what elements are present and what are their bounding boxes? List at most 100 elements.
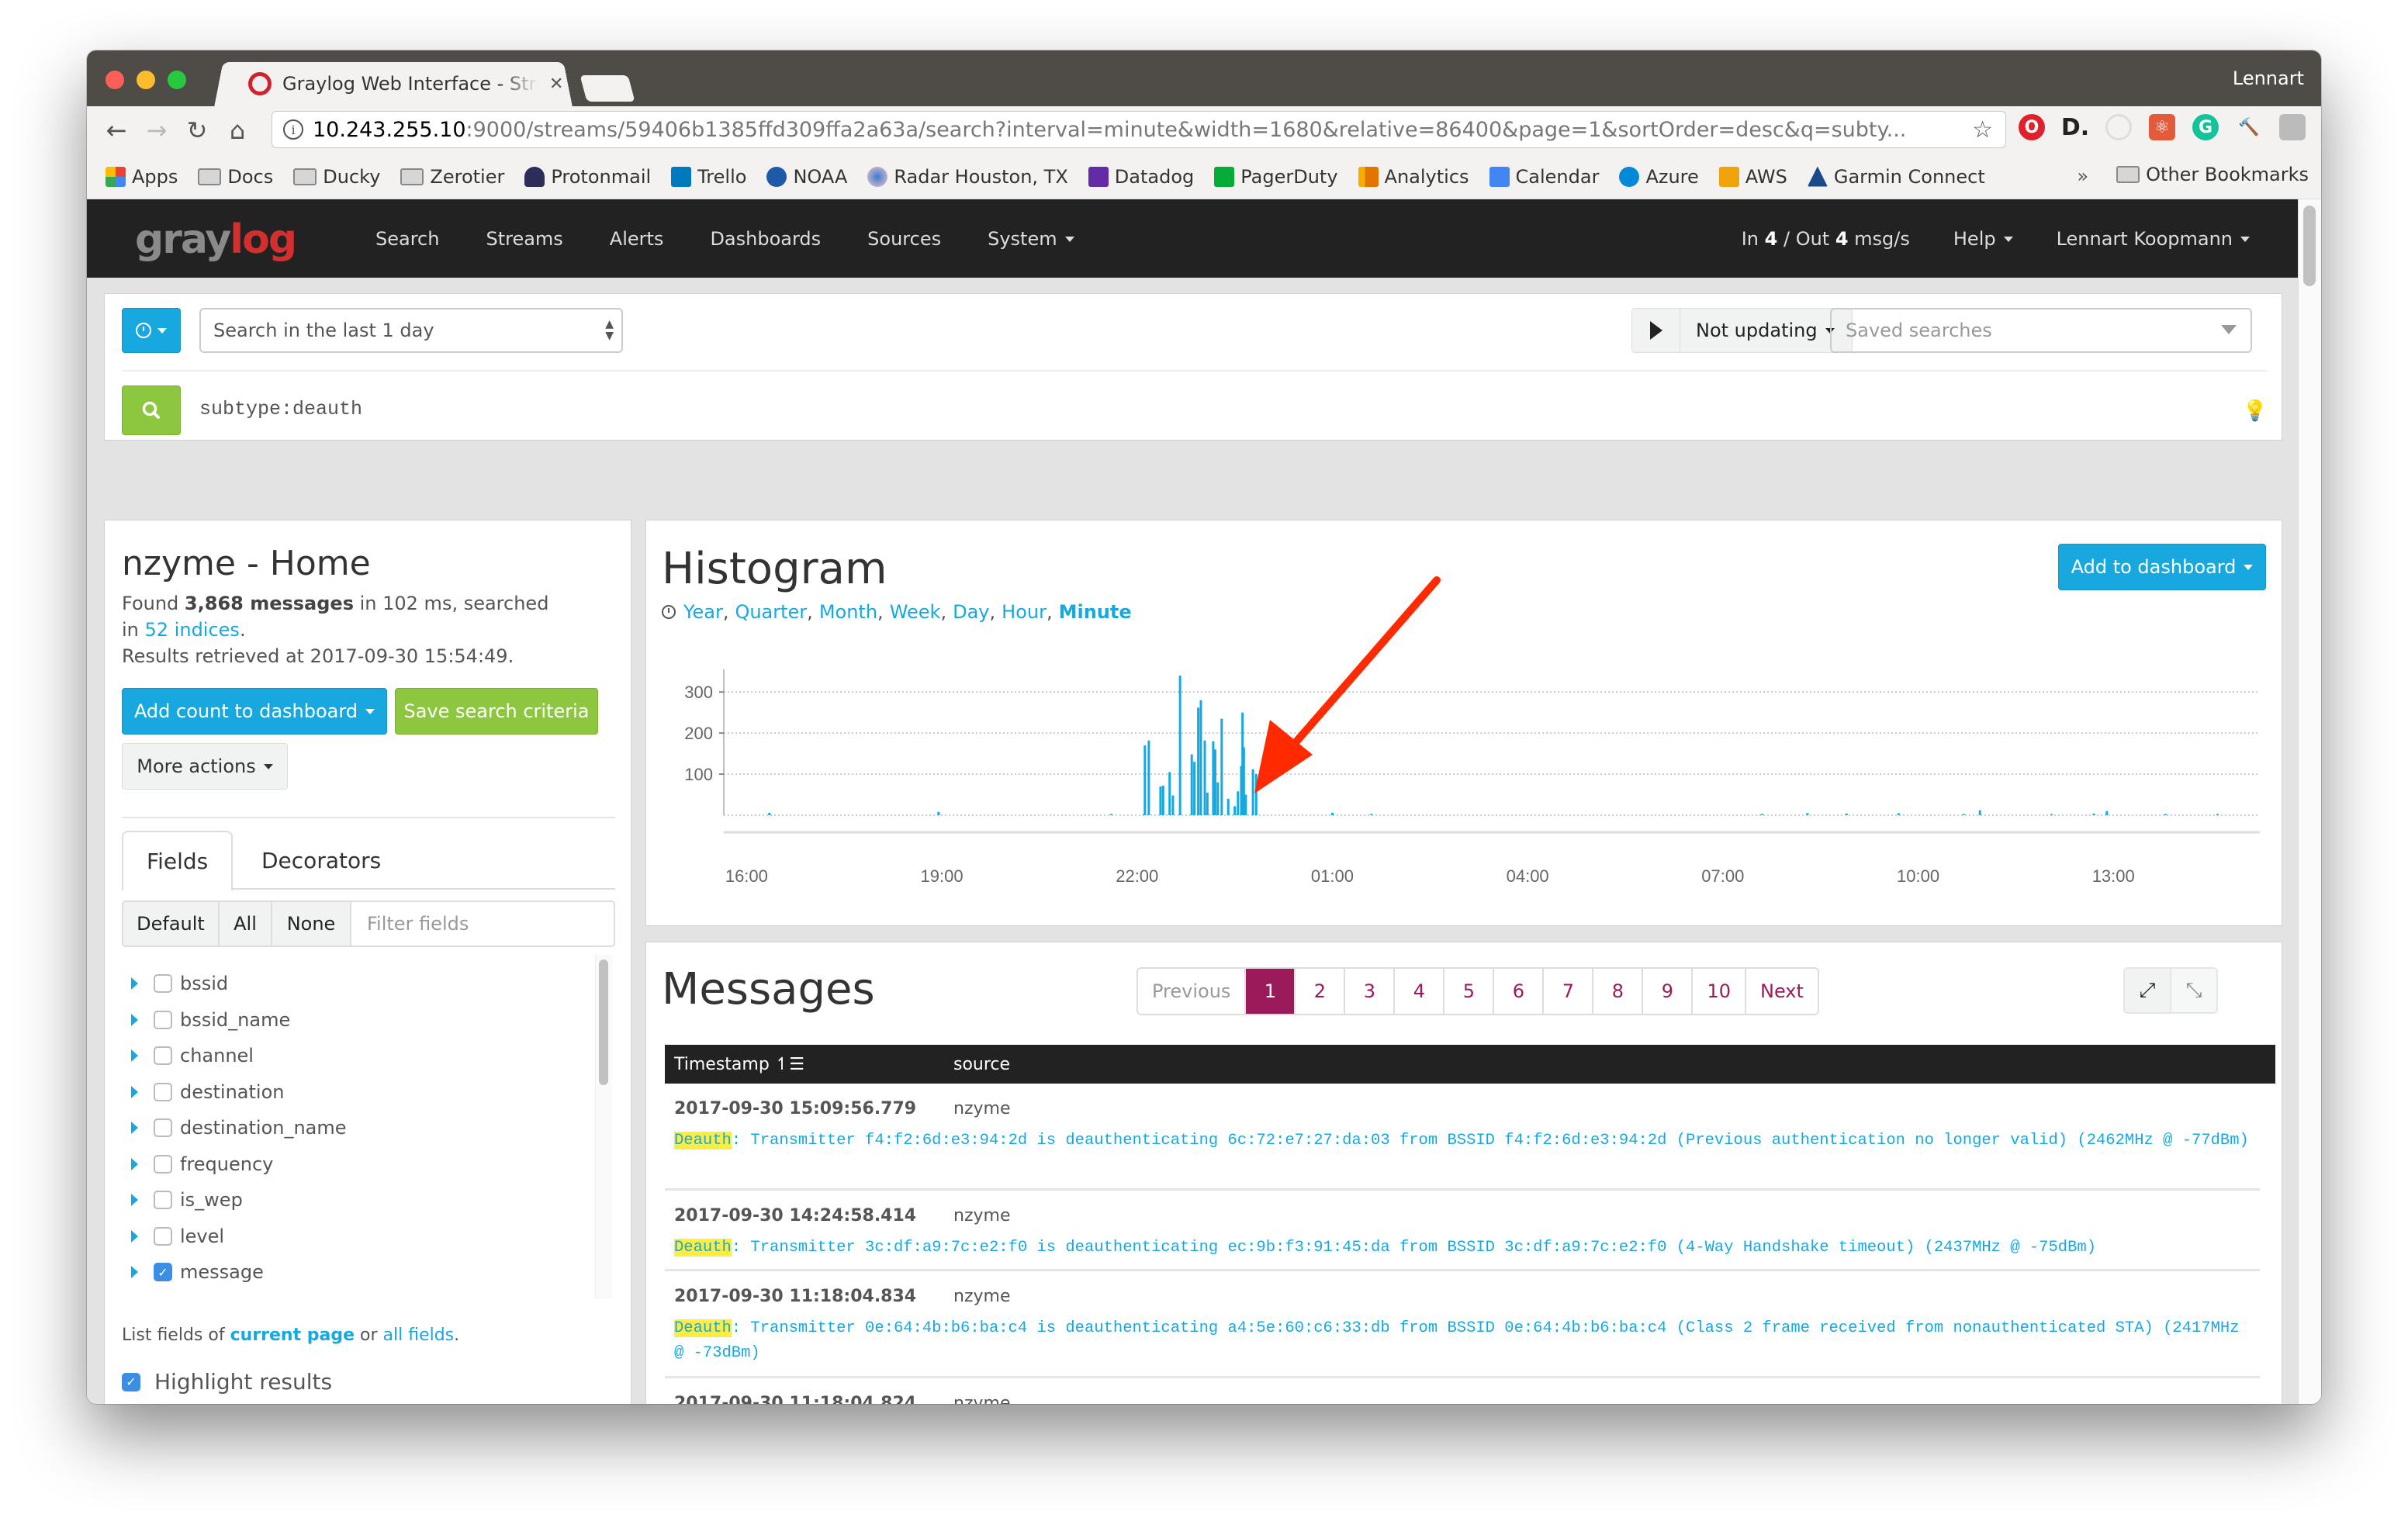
indices-link[interactable]: 52 indices: [145, 619, 240, 641]
expand-messages-icon[interactable]: ⤢: [2125, 969, 2170, 1012]
expand-caret-icon[interactable]: [131, 1194, 138, 1206]
close-tab-icon[interactable]: ✕: [549, 74, 563, 94]
filter-fields-input[interactable]: Filter fields: [351, 902, 614, 945]
field-checkbox[interactable]: [154, 1226, 172, 1246]
nav-alerts[interactable]: Alerts: [586, 228, 687, 250]
pagination-page-4[interactable]: 4: [1395, 969, 1445, 1014]
tab-decorators[interactable]: Decorators: [238, 831, 404, 890]
play-refresh-button[interactable]: [1632, 309, 1680, 352]
highlight-results-toggle[interactable]: ✓ Highlight results: [122, 1369, 332, 1395]
site-info-icon[interactable]: i: [283, 119, 303, 140]
column-timestamp[interactable]: Timestamp ↿☰: [674, 1055, 804, 1074]
field-checkbox[interactable]: [154, 974, 172, 993]
field-name[interactable]: level: [180, 1226, 224, 1247]
expand-caret-icon[interactable]: [131, 1013, 138, 1026]
bookmark-pagerduty[interactable]: PagerDuty: [1214, 166, 1338, 188]
nav-help-dropdown[interactable]: Help: [1932, 228, 2035, 250]
new-tab-button[interactable]: [580, 75, 635, 102]
bookmark-radar-houston-tx[interactable]: Radar Houston, TX: [867, 166, 1068, 188]
current-page-fields-link[interactable]: current page: [230, 1326, 355, 1345]
message-row[interactable]: 2017-09-30 15:09:56.779 nzyme Deauth: Tran…: [665, 1084, 2260, 1191]
grammarly-extension-icon[interactable]: G: [2192, 114, 2219, 140]
profile-name[interactable]: Lennart: [2233, 67, 2304, 89]
fields-default-button[interactable]: Default: [123, 902, 220, 945]
more-actions-button[interactable]: More actions: [122, 743, 288, 790]
pagination-page-9[interactable]: 9: [1643, 969, 1694, 1014]
pagination-page-7[interactable]: 7: [1544, 969, 1594, 1014]
field-name[interactable]: destination_name: [180, 1117, 347, 1139]
forward-arrow-icon[interactable]: →: [137, 116, 177, 145]
bookmark-aws[interactable]: AWS: [1718, 166, 1787, 188]
expand-caret-icon[interactable]: [131, 1122, 138, 1134]
field-list-scrollbar[interactable]: [595, 955, 612, 1299]
bookmark-zerotier[interactable]: Zerotier: [400, 166, 504, 188]
bookmark-garmin-connect[interactable]: Garmin Connect: [1807, 166, 1985, 188]
expand-caret-icon[interactable]: [131, 977, 138, 990]
bookmark-analytics[interactable]: Analytics: [1358, 166, 1469, 188]
bookmark-trello[interactable]: Trello: [671, 166, 746, 188]
save-search-criteria-button[interactable]: Save search criteria: [395, 688, 598, 735]
ring-extension-icon[interactable]: [2105, 114, 2132, 140]
field-name[interactable]: nzyme_sensor_id: [180, 1298, 340, 1300]
nav-sources[interactable]: Sources: [844, 228, 964, 250]
bookmark-noaa[interactable]: NOAA: [766, 166, 847, 188]
pagination-page-5[interactable]: 5: [1444, 969, 1495, 1014]
field-checkbox[interactable]: ✓: [154, 1263, 172, 1281]
resolution-week[interactable]: Week: [890, 601, 941, 623]
pagination-page-3[interactable]: 3: [1345, 969, 1396, 1014]
histogram-chart[interactable]: 100 200 300 16:00 19:00 22:00 01:00 04:00 07:00 1…: [646, 645, 2283, 924]
field-checkbox[interactable]: [154, 1082, 172, 1101]
nav-system-dropdown[interactable]: System: [964, 228, 1098, 250]
resolution-year[interactable]: Year: [683, 601, 723, 623]
message-row[interactable]: 2017-09-30 11:18:04.824nzymeDeauth: Tran…: [665, 1378, 2260, 1404]
resolution-minute[interactable]: Minute: [1059, 601, 1132, 623]
minimize-window-button[interactable]: [137, 71, 155, 89]
expand-caret-icon[interactable]: [131, 1085, 138, 1098]
expand-caret-icon[interactable]: [131, 1049, 138, 1062]
pagination-previous[interactable]: Previous: [1138, 969, 1247, 1014]
resolution-hour[interactable]: Hour: [1002, 601, 1047, 623]
bookmark-calendar[interactable]: Calendar: [1489, 166, 1599, 188]
pagination-page-10[interactable]: 10: [1693, 969, 1746, 1014]
bookmarks-overflow-button[interactable]: »: [2077, 165, 2088, 187]
field-checkbox[interactable]: [154, 1046, 172, 1065]
message-row[interactable]: 2017-09-30 11:18:04.834 nzyme Deauth: Tran…: [665, 1271, 2260, 1378]
add-count-to-dashboard-button[interactable]: Add count to dashboard: [122, 688, 387, 735]
browser-tab[interactable]: Graylog Web Interface - Streams ✕: [227, 61, 568, 106]
screenshot-extension-icon[interactable]: [2279, 114, 2306, 140]
bookmark-datadog[interactable]: Datadog: [1088, 166, 1194, 188]
nav-search[interactable]: Search: [352, 228, 462, 250]
d-extension-icon[interactable]: D.: [2061, 114, 2089, 141]
other-bookmarks[interactable]: Other Bookmarks: [2116, 164, 2309, 185]
field-checkbox[interactable]: [154, 1191, 172, 1209]
zoom-window-button[interactable]: [168, 71, 186, 89]
query-help-lightbulb-icon[interactable]: 💡: [2243, 399, 2268, 423]
column-source[interactable]: source: [953, 1055, 1010, 1074]
field-name[interactable]: destination: [180, 1081, 284, 1103]
expand-caret-icon[interactable]: [131, 1157, 138, 1170]
resolution-day[interactable]: Day: [953, 601, 989, 623]
pagination-page-2[interactable]: 2: [1296, 969, 1346, 1014]
pagination-page-8[interactable]: 8: [1593, 969, 1644, 1014]
pagination-page-6[interactable]: 6: [1494, 969, 1545, 1014]
field-name[interactable]: channel: [180, 1045, 254, 1066]
opera-extension-icon[interactable]: O: [2019, 114, 2045, 140]
field-name[interactable]: frequency: [180, 1153, 273, 1175]
field-checkbox[interactable]: [154, 1118, 172, 1137]
bookmark-azure[interactable]: Azure: [1619, 166, 1699, 188]
highlight-checkbox[interactable]: ✓: [122, 1372, 140, 1391]
page-scrollbar[interactable]: [2298, 199, 2321, 1404]
bookmark-docs[interactable]: Docs: [198, 166, 273, 188]
nav-dashboards[interactable]: Dashboards: [687, 228, 844, 250]
message-row[interactable]: 2017-09-30 14:24:58.414 nzyme Deauth: Tran…: [665, 1191, 2260, 1271]
react-extension-icon[interactable]: ⚛: [2149, 114, 2175, 140]
bookmark-protonmail[interactable]: Protonmail: [524, 166, 651, 188]
nav-streams[interactable]: Streams: [462, 228, 586, 250]
home-icon[interactable]: ⌂: [217, 116, 258, 145]
expand-caret-icon[interactable]: [131, 1266, 138, 1278]
resolution-month[interactable]: Month: [819, 601, 877, 623]
back-arrow-icon[interactable]: ←: [96, 116, 137, 145]
field-name[interactable]: bssid: [180, 973, 228, 994]
pagination-page-1[interactable]: 1: [1246, 969, 1296, 1014]
close-window-button[interactable]: [106, 71, 124, 89]
